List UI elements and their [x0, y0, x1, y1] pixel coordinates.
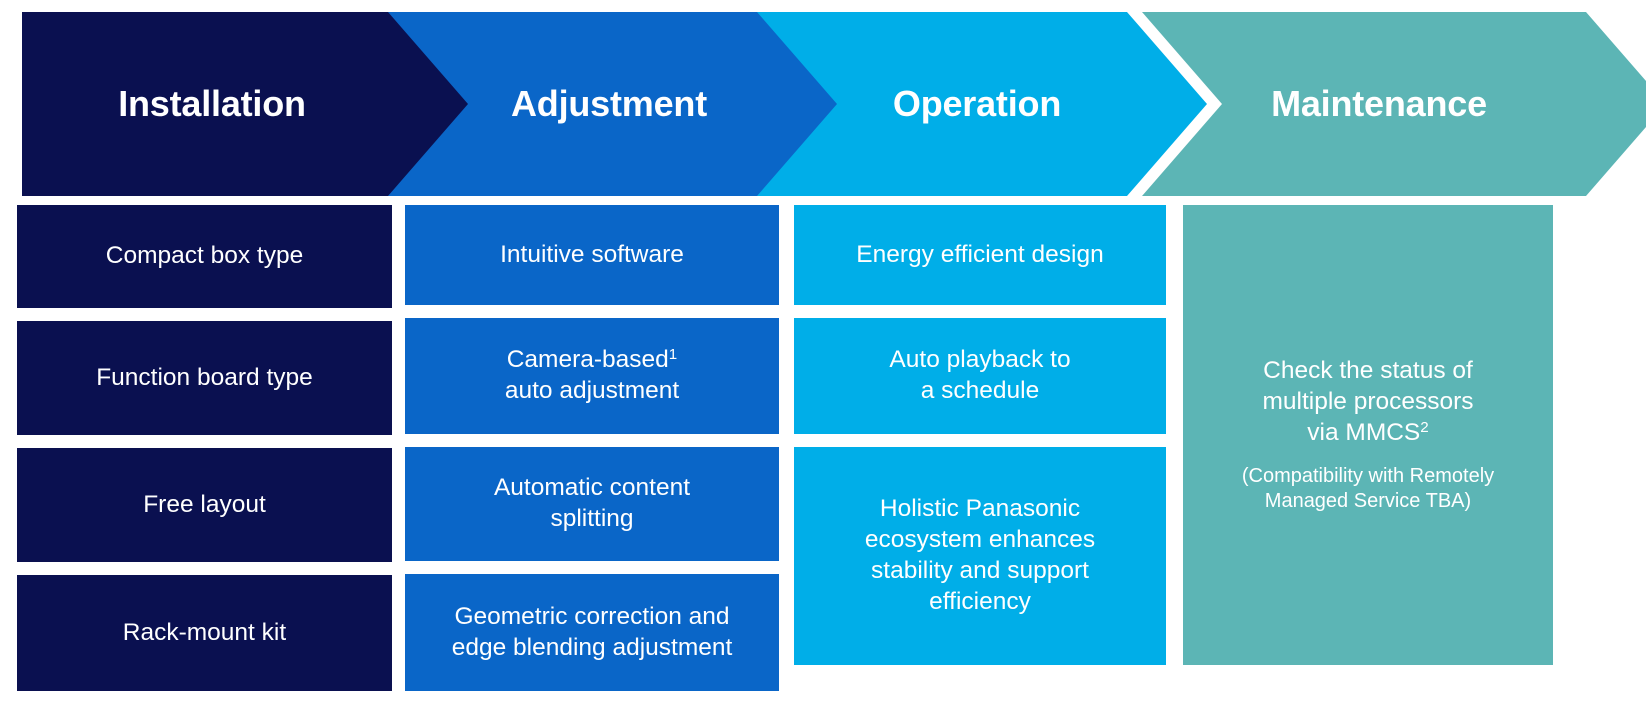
stage-detail-columns: Compact box type Function board type Free … [0, 205, 1646, 705]
card-text: Compact box type [105, 242, 304, 270]
card-text: Geometric correction and edge blending a… [451, 602, 733, 661]
detail-card[interactable]: Energy efficient design [794, 205, 1166, 305]
card-text: Holistic Panasonic ecosystem enhances st… [864, 495, 1096, 615]
card-text: Free layout [143, 490, 266, 518]
detail-card[interactable]: Geometric correction and edge blending a… [405, 574, 779, 691]
detail-card[interactable]: Free layout [17, 448, 392, 562]
detail-card[interactable]: Rack-mount kit [17, 575, 392, 691]
card-text: Intuitive software [500, 240, 684, 268]
detail-card[interactable]: Function board type [17, 321, 392, 435]
detail-card[interactable]: Check the status of multiple processors … [1183, 205, 1553, 665]
card-text: Camera-based1 auto adjustment [504, 346, 680, 404]
footnote-marker: 2 [1420, 418, 1429, 436]
stage-title-adjustment: Adjustment [510, 83, 707, 124]
card-text: Energy efficient design [856, 240, 1104, 268]
card-text: Check the status of multiple processors … [1262, 356, 1474, 446]
detail-card[interactable]: Intuitive software [405, 205, 779, 305]
footnote-marker: 1 [668, 346, 678, 364]
process-flow-diagram: Installation Adjustment Operation Mainte… [0, 0, 1646, 705]
card-text: Rack-mount kit [122, 618, 287, 646]
card-text: Automatic content splitting [493, 474, 691, 532]
detail-card[interactable]: Automatic content splitting [405, 447, 779, 561]
detail-card[interactable]: Auto playback to a schedule [794, 318, 1166, 434]
detail-card[interactable]: Camera-based1 auto adjustment [405, 318, 779, 434]
stage-chevron-installation[interactable]: Installation [22, 12, 472, 196]
stage-title-installation: Installation [118, 83, 306, 124]
stage-chevron-row: Installation Adjustment Operation Mainte… [0, 0, 1646, 200]
stage-title-operation: Operation [892, 83, 1062, 124]
detail-column-operation: Energy efficient design Auto playback to … [794, 205, 1166, 665]
detail-column-adjustment: Intuitive software Camera-based1 auto adj… [405, 205, 779, 691]
detail-column-maintenance: Check the status of multiple processors … [1183, 205, 1553, 665]
card-subtext: (Compatibility with Remotely Managed Ser… [1241, 465, 1495, 513]
stage-title-maintenance: Maintenance [1271, 83, 1487, 124]
card-text: Auto playback to a schedule [889, 346, 1071, 404]
stage-chevron-maintenance[interactable]: Maintenance [1142, 12, 1646, 196]
detail-card[interactable]: Holistic Panasonic ecosystem enhances st… [794, 447, 1166, 665]
detail-column-installation: Compact box type Function board type Free … [17, 205, 392, 691]
card-text: Function board type [96, 363, 313, 391]
detail-card[interactable]: Compact box type [17, 205, 392, 308]
